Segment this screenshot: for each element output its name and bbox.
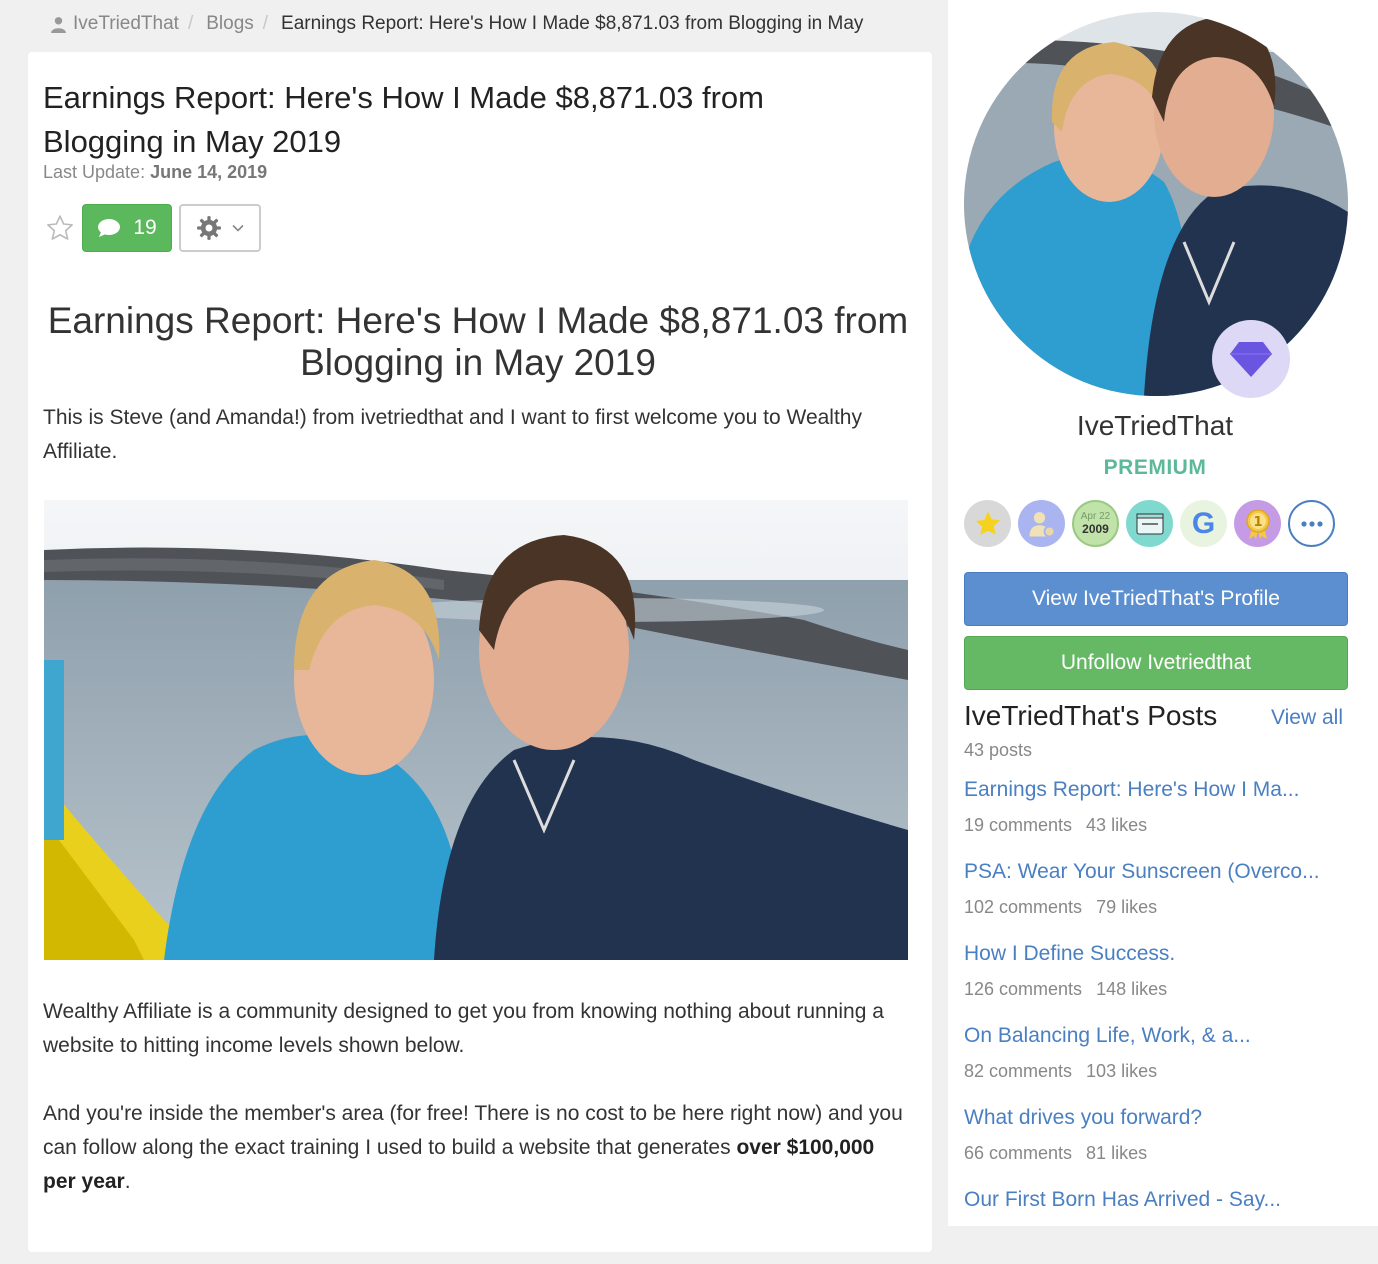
post-card: Earnings Report: Here's How I Made $8,87… <box>28 52 932 1252</box>
community-paragraph: Wealthy Affiliate is a community designe… <box>43 1000 884 1057</box>
badge-date-month: Apr 22 <box>1080 511 1111 522</box>
gear-icon <box>197 216 221 240</box>
post-likes: 79 likes <box>1096 897 1158 917</box>
post-comments: 82 comments <box>964 1061 1073 1081</box>
post-actions: 19 <box>44 204 261 252</box>
intro-paragraph: This is Steve (and Amanda!) from ivetrie… <box>43 406 862 463</box>
user-gear-badge-icon[interactable] <box>1018 500 1065 547</box>
list-item: What drives you forward? 66 comments 81 l… <box>964 1100 1354 1182</box>
comment-count: 19 <box>133 216 157 239</box>
rank-one-badge-icon[interactable]: 1 <box>1234 500 1281 547</box>
post-meta: 82 comments 103 likes <box>964 1054 1354 1088</box>
date-badge-icon[interactable]: Apr 22 2009 <box>1072 500 1119 547</box>
breadcrumb-blogs[interactable]: Blogs <box>206 13 254 35</box>
last-update: Last Update: June 14, 2019 <box>43 162 267 183</box>
badge-date-year: 2009 <box>1082 522 1109 536</box>
breadcrumb-separator: / <box>262 13 269 34</box>
author-name[interactable]: IveTriedThat <box>948 410 1362 442</box>
post-comments: 19 comments <box>964 815 1073 835</box>
diamond-icon <box>1230 342 1272 377</box>
website-badge-icon[interactable] <box>1126 500 1173 547</box>
author-sidebar: IveTriedThat PREMIUM Apr 22 2009 G 1 Vie… <box>948 0 1378 1226</box>
author-posts-list: Earnings Report: Here's How I Ma... 19 c… <box>964 772 1354 1264</box>
post-meta: 102 comments 79 likes <box>964 890 1354 924</box>
unfollow-button[interactable]: Unfollow Ivetriedthat <box>964 636 1348 690</box>
post-link[interactable]: Our First Born Has Arrived - Say... <box>964 1182 1354 1218</box>
settings-dropdown-button[interactable] <box>179 204 261 252</box>
list-item: How I Define Success. 126 comments 148 li… <box>964 936 1354 1018</box>
breadcrumb-separator: / <box>187 13 194 34</box>
post-link[interactable]: How I Define Success. <box>964 936 1354 972</box>
breadcrumb-current: Earnings Report: Here's How I Made $8,87… <box>281 13 864 34</box>
post-link[interactable]: Earnings Report: Here's How I Ma... <box>964 772 1354 808</box>
favorite-button[interactable] <box>44 212 76 244</box>
list-item: On Balancing Life, Work, & a... 82 comme… <box>964 1018 1354 1100</box>
post-link[interactable]: PSA: Wear Your Sunscreen (Overco... <box>964 854 1354 890</box>
post-meta: 19 comments 43 likes <box>964 808 1354 842</box>
post-meta: 66 comments 81 likes <box>964 1136 1354 1170</box>
premium-diamond-badge <box>1212 320 1290 398</box>
breadcrumb: IveTriedThat / Blogs / Earnings Report: … <box>50 12 863 36</box>
breadcrumb-home-label[interactable]: IveTriedThat <box>73 13 179 35</box>
post-likes: 81 likes <box>1086 1143 1148 1163</box>
post-title: Earnings Report: Here's How I Made $8,87… <box>43 80 764 159</box>
breadcrumb-home[interactable]: IveTriedThat <box>50 13 179 35</box>
list-item: Earnings Report: Here's How I Ma... 19 c… <box>964 772 1354 854</box>
chevron-down-icon <box>232 224 244 232</box>
post-likes: 43 likes <box>1086 815 1148 835</box>
list-item: Our First Born Has Arrived - Say... <box>964 1182 1354 1264</box>
free-member-text-end: . <box>124 1170 131 1193</box>
list-item: PSA: Wear Your Sunscreen (Overco... 102 … <box>964 854 1354 936</box>
more-badges-icon[interactable] <box>1288 500 1335 547</box>
view-profile-button[interactable]: View IveTriedThat's Profile <box>964 572 1348 626</box>
comments-button[interactable]: 19 <box>82 204 172 252</box>
post-comments: 126 comments <box>964 979 1083 999</box>
free-member-paragraph: And you're inside the member's area (for… <box>43 1097 903 1199</box>
avatar[interactable] <box>964 12 1348 396</box>
last-update-date: June 14, 2019 <box>150 162 268 182</box>
star-outline-icon <box>47 215 73 240</box>
post-count: 43 posts <box>964 740 1033 760</box>
post-likes: 103 likes <box>1086 1061 1158 1081</box>
membership-level: PREMIUM <box>1103 456 1207 479</box>
google-badge-icon[interactable]: G <box>1180 500 1227 547</box>
post-link[interactable]: What drives you forward? <box>964 1100 1354 1136</box>
post-meta: 126 comments 148 likes <box>964 972 1354 1006</box>
couple-photo <box>44 500 908 960</box>
user-icon <box>51 16 66 33</box>
author-avatar-area <box>964 12 1348 398</box>
article-heading: Earnings Report: Here's How I Made $8,87… <box>47 300 909 383</box>
posts-heading: IveTriedThat's Posts <box>964 700 1218 731</box>
post-comments: 66 comments <box>964 1143 1073 1163</box>
last-update-label: Last Update: <box>43 162 146 182</box>
svg-text:1: 1 <box>1253 515 1262 530</box>
speech-bubble-icon <box>98 219 121 237</box>
post-likes: 148 likes <box>1096 979 1168 999</box>
post-link[interactable]: On Balancing Life, Work, & a... <box>964 1018 1354 1054</box>
post-comments: 102 comments <box>964 897 1083 917</box>
achievement-badges: Apr 22 2009 G 1 <box>964 500 1335 547</box>
view-all-link[interactable]: View all <box>1271 706 1343 730</box>
star-badge-icon[interactable] <box>964 500 1011 547</box>
